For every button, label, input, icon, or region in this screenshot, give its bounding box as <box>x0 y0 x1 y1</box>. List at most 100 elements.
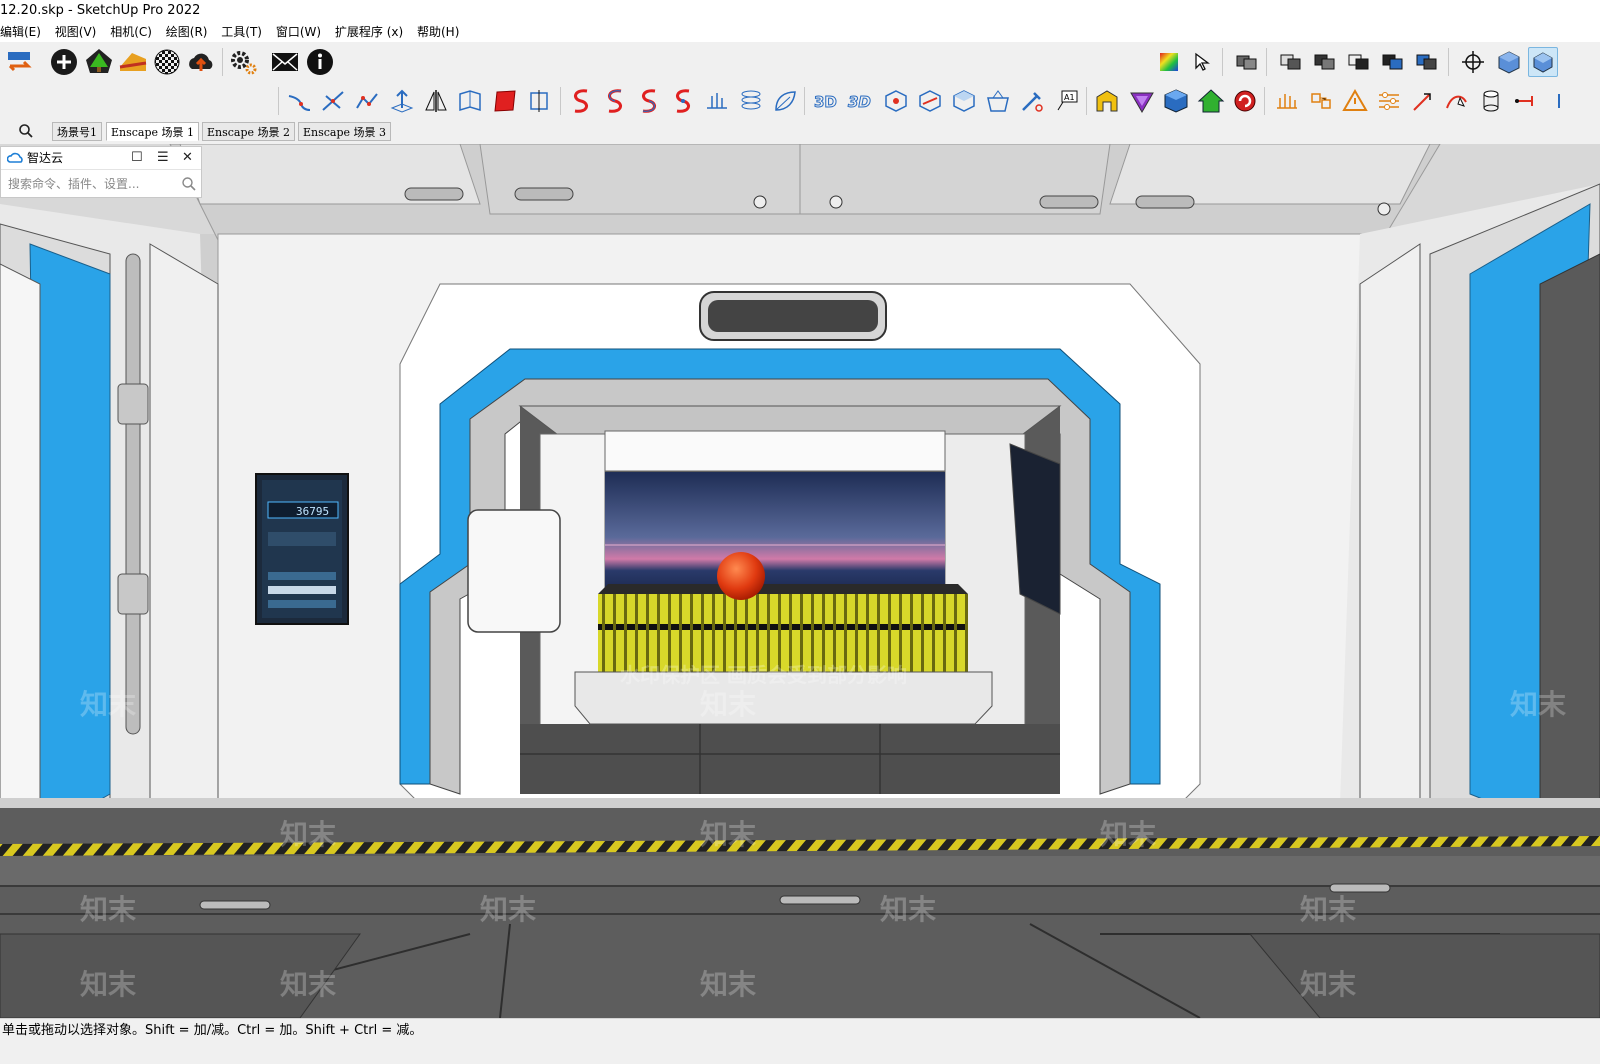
flip-icon[interactable] <box>524 86 554 116</box>
spring-red-3-icon[interactable] <box>634 86 664 116</box>
gear-icon[interactable] <box>228 47 258 77</box>
leaf-icon[interactable] <box>770 86 800 116</box>
3d-text-2-icon[interactable]: 3D <box>846 86 876 116</box>
yellow-shape-icon[interactable] <box>1092 86 1122 116</box>
iso-view-icon[interactable] <box>1494 47 1524 77</box>
cloud-logo-icon <box>7 152 23 163</box>
basket-icon[interactable] <box>983 86 1013 116</box>
watermark-text: 知末 <box>700 688 756 721</box>
dimension-icon[interactable] <box>1510 86 1540 116</box>
panel-search-placeholder: 搜索命令、插件、设置... <box>8 177 140 191</box>
color-cube-icon[interactable] <box>1154 47 1184 77</box>
title-bar: 12.20.skp - SketchUp Pro 2022 <box>0 0 1600 22</box>
group-icon[interactable] <box>1232 47 1262 77</box>
menu-camera[interactable]: 相机(C) <box>105 22 157 42</box>
box-3-icon[interactable] <box>949 86 979 116</box>
weld-icon[interactable] <box>702 86 732 116</box>
green-house-icon[interactable] <box>1196 86 1226 116</box>
watermark-notice: 水印保护区 画质会受到部分影响 <box>620 663 907 687</box>
sandbox-icon[interactable] <box>118 47 148 77</box>
watermark-text: 知末 <box>80 893 136 926</box>
watermark-text: 知末 <box>480 893 536 926</box>
mirror-icon[interactable] <box>421 86 451 116</box>
scene-tab-label: Enscape 场景 2 <box>207 126 291 139</box>
menu-bar: 编辑(E) 视图(V) 相机(C) 绘图(R) 工具(T) 窗口(W) 扩展程序… <box>0 22 1600 42</box>
watermark-text: 知末 <box>1100 818 1156 851</box>
connect-icon[interactable] <box>1306 86 1336 116</box>
info-icon[interactable] <box>305 47 335 77</box>
panel-title: 智达云 <box>27 151 64 165</box>
maximize-icon[interactable]: ☐ <box>131 147 143 169</box>
spring-red-4-icon[interactable] <box>668 86 698 116</box>
coil-icon[interactable] <box>736 86 766 116</box>
spring-red-1-icon[interactable] <box>566 86 596 116</box>
watermark-text: 知末 <box>280 968 336 1001</box>
box-1-icon[interactable] <box>881 86 911 116</box>
scene-tabs-bar: 场景号1 Enscape 场景 1 Enscape 场景 2 Enscape 场… <box>0 120 1600 144</box>
watermark-text: 知末 <box>700 968 756 1001</box>
checker-icon[interactable] <box>152 47 182 77</box>
menu-edit[interactable]: 编辑(E) <box>0 22 46 42</box>
overflow-toolbar-button[interactable] <box>1548 86 1578 116</box>
label-icon[interactable]: A1 <box>1052 86 1082 116</box>
menu-draw[interactable]: 绘图(R) <box>161 22 213 42</box>
line-tool-icon[interactable] <box>284 86 314 116</box>
cloud-upload-icon[interactable] <box>186 47 216 77</box>
spring-red-2-icon[interactable] <box>600 86 630 116</box>
bisect-icon[interactable] <box>318 86 348 116</box>
perspective-view-icon[interactable] <box>1528 47 1558 77</box>
scene-tab-enscape-1[interactable]: Enscape 场景 1 <box>106 122 200 141</box>
menu-help[interactable]: 帮助(H) <box>412 22 464 42</box>
menu-extensions[interactable]: 扩展程序 (x) <box>330 22 408 42</box>
scene-tab-enscape-2[interactable]: Enscape 场景 2 <box>202 122 296 141</box>
watermark-text: 知末 <box>1300 893 1356 926</box>
solid-union-icon[interactable] <box>1276 47 1306 77</box>
watermark-text: 知末 <box>880 893 936 926</box>
svg-text:3D: 3D <box>814 93 837 111</box>
scene-tab-1[interactable]: 场景号1 <box>52 122 102 141</box>
watermark-text: 知末 <box>1510 688 1566 721</box>
purple-shape-icon[interactable] <box>1127 86 1157 116</box>
close-icon[interactable]: ✕ <box>182 147 193 169</box>
solid-intersect-icon[interactable] <box>1344 47 1374 77</box>
scene-render: 36795 知末 知末 知末 知末 知末 知末 知末 知末 知末 知末 知末 知… <box>0 144 1600 1018</box>
menu-view[interactable]: 视图(V) <box>50 22 102 42</box>
toolbar-row-1 <box>0 42 1600 83</box>
solid-trim-icon[interactable] <box>1378 47 1408 77</box>
sliders-icon[interactable] <box>1374 86 1404 116</box>
polyline-icon[interactable] <box>352 86 382 116</box>
transfer-arrows-icon[interactable] <box>4 47 34 77</box>
fold-icon[interactable] <box>455 86 485 116</box>
scene-tab-label: 场景号1 <box>57 126 97 139</box>
status-bar: 单击或拖动以选择对象。Shift = 加/减。Ctrl = 加。Shift + … <box>0 1018 1600 1064</box>
search-icon[interactable] <box>12 118 40 144</box>
pipette-icon[interactable] <box>1017 86 1047 116</box>
solid-subtract-icon[interactable] <box>1310 47 1340 77</box>
panel-search-field[interactable]: 搜索命令、插件、设置... <box>1 170 201 198</box>
blue-cube-icon[interactable] <box>1161 86 1191 116</box>
tree-icon[interactable] <box>84 47 114 77</box>
menu-tools[interactable]: 工具(T) <box>216 22 267 42</box>
warning-icon[interactable] <box>1340 86 1370 116</box>
cylinder-icon[interactable] <box>1476 86 1506 116</box>
menu-icon[interactable]: ☰ <box>157 147 169 169</box>
curve-pointer-icon[interactable] <box>1442 86 1472 116</box>
menu-window[interactable]: 窗口(W) <box>271 22 326 42</box>
add-circle-icon[interactable] <box>49 47 79 77</box>
pushpull-icon[interactable] <box>387 86 417 116</box>
select-cursor-icon[interactable] <box>1188 47 1218 77</box>
red-face-icon[interactable] <box>490 86 520 116</box>
box-2-icon[interactable] <box>915 86 945 116</box>
orbit-icon[interactable] <box>1458 47 1488 77</box>
solid-split-icon[interactable] <box>1412 47 1442 77</box>
3d-text-1-icon[interactable]: 3D <box>812 86 842 116</box>
pointer-icon[interactable] <box>1408 86 1438 116</box>
scene-tab-enscape-3[interactable]: Enscape 场景 3 <box>298 122 392 141</box>
model-viewport[interactable]: 36795 知末 知末 知末 知末 知末 知末 知末 知末 知末 知末 知末 知… <box>0 144 1600 1018</box>
panel-header: 智达云 ☐ ☰ ✕ <box>1 147 201 170</box>
grid-icon[interactable] <box>1272 86 1302 116</box>
search-icon[interactable] <box>181 176 197 192</box>
mail-icon[interactable] <box>270 47 300 77</box>
red-rotate-icon[interactable] <box>1230 86 1260 116</box>
watermark-text: 知末 <box>1300 968 1356 1001</box>
